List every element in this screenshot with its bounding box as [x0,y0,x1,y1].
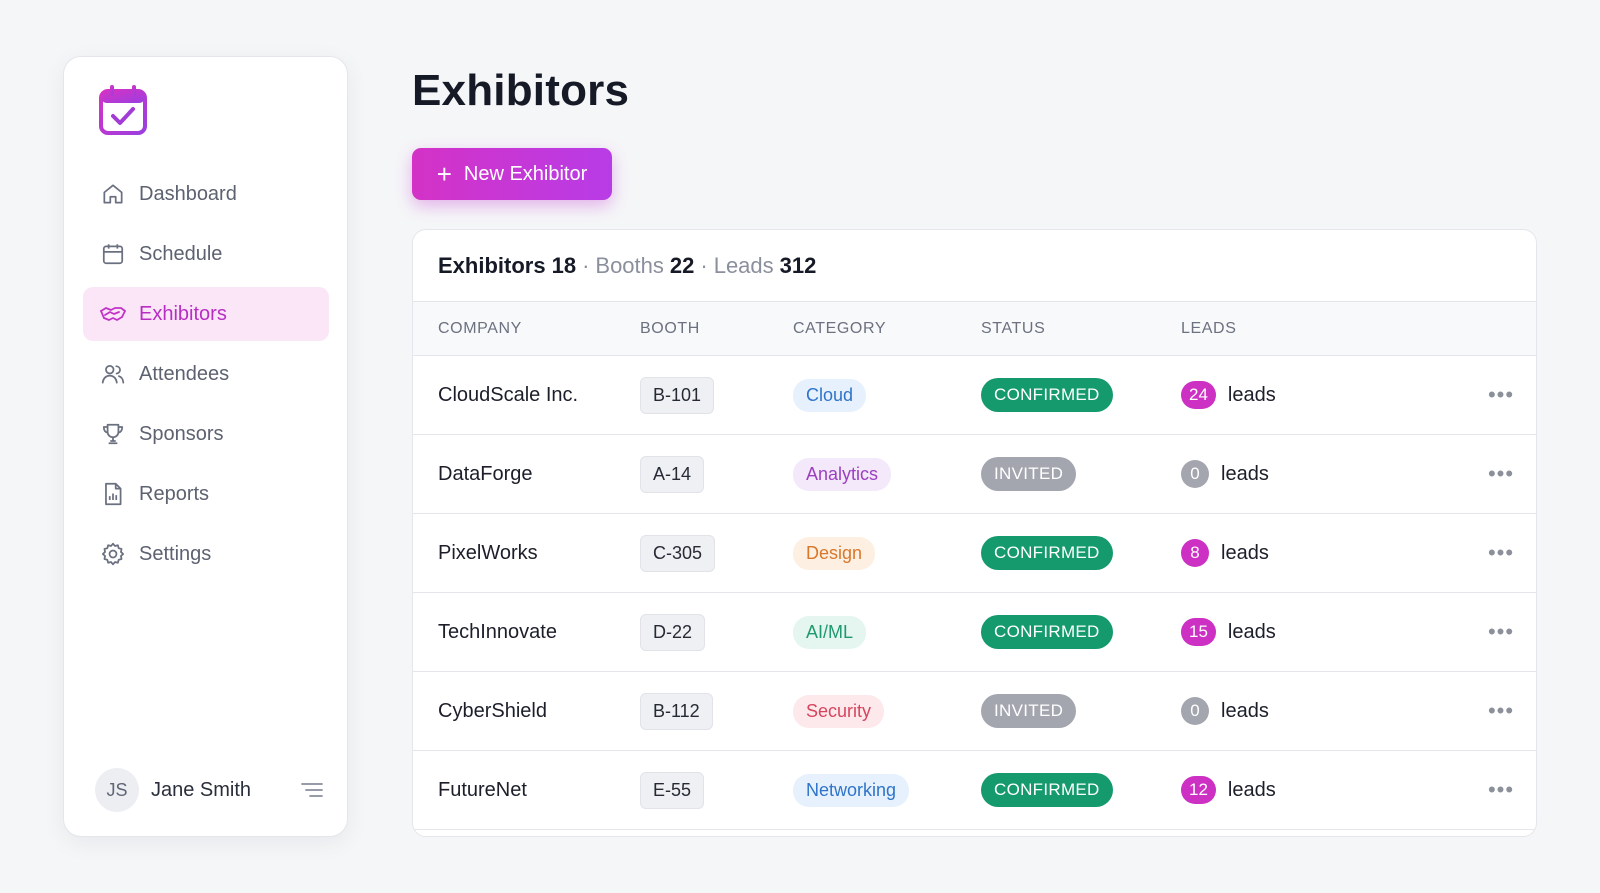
table-row[interactable]: PixelWorks C-305 Design CONFIRMED 8 leads ••• [413,514,1536,593]
lead-count-badge: 15 [1181,618,1216,646]
users-icon [99,360,127,388]
home-icon [99,180,127,208]
sidebar-item-attendees[interactable]: Attendees [83,347,329,401]
company-name[interactable]: CloudScale Inc. [413,384,640,407]
table-row[interactable]: TechInnovate D-22 AI/ML CONFIRMED 15 leads ••• [413,593,1536,672]
leads-label: leads [1221,699,1269,722]
company-name[interactable]: TechInnovate [413,621,640,644]
sidebar-item-label: Sponsors [139,422,224,445]
summary-separator: · [582,252,590,278]
more-options-icon[interactable]: ••• [1471,777,1531,803]
exhibitors-table-card: Exhibitors 18 · Booths 22 · Leads 312 CO… [412,229,1537,837]
summary-bar: Exhibitors 18 · Booths 22 · Leads 312 [413,230,1536,302]
report-icon [99,480,127,508]
summary-leads-label: Leads [713,252,774,278]
lead-count-badge: 0 [1181,697,1209,725]
category-tag: AI/ML [793,615,867,649]
category-tag: Networking [793,773,910,807]
leads-label: leads [1227,383,1276,406]
category-tag: Cloud [793,378,867,412]
sidebar-item-label: Attendees [139,362,230,385]
summary-separator: · [700,252,708,278]
sidebar-item-reports[interactable]: Reports [83,467,329,521]
menu-lines-icon[interactable] [299,777,325,803]
more-options-icon[interactable]: ••• [1471,619,1531,645]
new-exhibitor-button[interactable]: + New Exhibitor [412,148,612,200]
company-name[interactable]: FutureNet [413,779,640,802]
booth-badge: D-22 [640,613,706,651]
table-row[interactable]: CyberShield B-112 Security INVITED 0 leads ••• [413,672,1536,751]
sidebar-item-schedule[interactable]: Schedule [83,227,329,281]
booth-badge: C-305 [640,534,716,572]
trophy-icon [99,420,127,448]
table-body: CloudScale Inc. B-101 Cloud CONFIRMED 24 lead… [413,356,1536,830]
lead-count-badge: 0 [1181,460,1209,488]
sidebar: Dashboard Schedule Exhibitors Attendees [63,56,348,837]
booth-badge: B-101 [640,376,715,414]
category-tag: Security [793,694,885,728]
table-row[interactable]: CloudScale Inc. B-101 Cloud CONFIRMED 24 lead… [413,356,1536,435]
more-options-icon[interactable]: ••• [1471,461,1531,487]
category-tag: Design [793,536,876,570]
summary-leads-value: 312 [779,252,817,278]
more-options-icon[interactable]: ••• [1471,540,1531,566]
category-tag: Analytics [793,457,892,491]
plus-icon: + [436,159,452,189]
table-row[interactable]: DataForge A-14 Analytics INVITED 0 leads ••• [413,435,1536,514]
status-badge: CONFIRMED [981,378,1113,412]
sidebar-item-settings[interactable]: Settings [83,527,329,581]
summary-exhibitors-value: 18 [551,252,577,278]
leads-label: leads [1227,620,1276,643]
user-profile[interactable]: JS Jane Smith [95,766,325,814]
sidebar-item-label: Dashboard [139,182,237,205]
sidebar-nav: Dashboard Schedule Exhibitors Attendees [83,167,329,587]
booth-badge: B-112 [640,692,713,730]
summary-booths-value: 22 [669,252,695,278]
lead-count-badge: 24 [1181,381,1216,409]
sidebar-item-sponsors[interactable]: Sponsors [83,407,329,461]
column-header-booth[interactable]: BOOTH [640,320,793,338]
page-title: Exhibitors [412,66,630,115]
sidebar-item-label: Exhibitors [139,302,227,325]
company-name[interactable]: PixelWorks [413,542,640,565]
lead-count-badge: 8 [1181,539,1209,567]
calendar-icon [99,240,127,268]
column-header-status[interactable]: STATUS [981,320,1181,338]
status-badge: INVITED [981,694,1077,728]
summary-exhibitors-label: Exhibitors [438,252,546,278]
sidebar-item-dashboard[interactable]: Dashboard [83,167,329,221]
booth-badge: E-55 [640,771,705,809]
status-badge: CONFIRMED [981,773,1113,807]
summary-booths-label: Booths [595,252,664,278]
lead-count-badge: 12 [1181,776,1216,804]
sidebar-item-label: Reports [139,482,210,505]
column-header-leads[interactable]: LEADS [1181,320,1471,338]
more-options-icon[interactable]: ••• [1471,382,1531,408]
sidebar-item-label: Schedule [139,242,223,265]
leads-label: leads [1221,541,1269,564]
status-badge: CONFIRMED [981,615,1113,649]
table-row[interactable]: FutureNet E-55 Networking CONFIRMED 12 leads •… [413,751,1536,830]
handshake-icon [99,300,127,328]
leads-label: leads [1221,462,1269,485]
booth-badge: A-14 [640,455,705,493]
more-options-icon[interactable]: ••• [1471,698,1531,724]
column-header-company[interactable]: COMPANY [413,320,640,338]
sidebar-item-exhibitors[interactable]: Exhibitors [83,287,329,341]
column-header-category[interactable]: CATEGORY [793,320,981,338]
status-badge: CONFIRMED [981,536,1113,570]
app-root: Dashboard Schedule Exhibitors Attendees [0,0,1600,893]
status-badge: INVITED [981,457,1077,491]
table-header: COMPANY BOOTH CATEGORY STATUS LEADS [413,302,1536,356]
company-name[interactable]: CyberShield [413,700,640,723]
avatar[interactable]: JS [95,768,139,812]
user-name: Jane Smith [151,778,252,801]
new-exhibitor-label: New Exhibitor [463,162,588,185]
company-name[interactable]: DataForge [413,463,640,486]
sidebar-item-label: Settings [139,542,212,565]
leads-label: leads [1227,778,1276,801]
calendar-check-logo-icon[interactable] [98,84,148,136]
gear-icon [99,540,127,568]
